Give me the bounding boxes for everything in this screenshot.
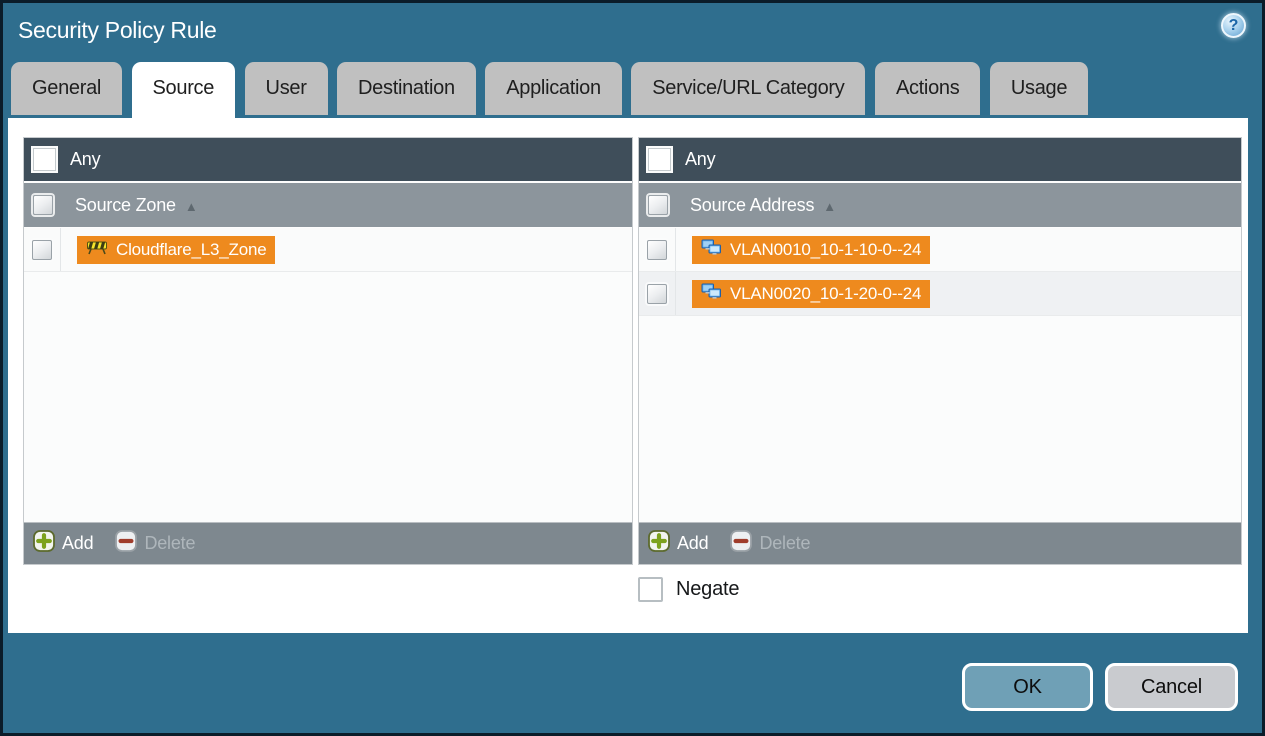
- row-checkbox[interactable]: [647, 283, 667, 304]
- row-checkbox[interactable]: [32, 239, 52, 260]
- source-zone-panel: Any Source Zone ▲ Cloudflare_L3_Zone Add…: [23, 137, 633, 565]
- add-button[interactable]: Add: [648, 530, 709, 557]
- dialog-title: Security Policy Rule: [18, 17, 217, 43]
- address-icon: [701, 283, 722, 305]
- source-address-panel: Any Source Address ▲ VLAN0010_10-1-10-0-…: [638, 137, 1242, 565]
- source-zone-any-header: Any: [24, 138, 632, 183]
- negate-option: Negate: [638, 577, 739, 602]
- source-address-column-label: Source Address: [690, 194, 815, 215]
- source-address-column-header[interactable]: Source Address ▲: [639, 183, 1241, 228]
- source-address-select-all-checkbox[interactable]: [647, 195, 668, 215]
- source-zone-rows: Cloudflare_L3_Zone: [24, 228, 632, 522]
- security-policy-rule-dialog: Security Policy Rule ? General Source Us…: [0, 0, 1265, 736]
- source-zone-column-label: Source Zone: [75, 194, 176, 215]
- minus-icon: [730, 530, 753, 557]
- add-button-label: Add: [677, 533, 709, 553]
- delete-button-label: Delete: [144, 533, 196, 553]
- negate-label: Negate: [676, 578, 740, 600]
- tab-actions[interactable]: Actions: [874, 62, 981, 115]
- tab-destination[interactable]: Destination: [337, 62, 476, 115]
- tab-source[interactable]: Source: [131, 62, 236, 118]
- sort-ascending-icon: ▲: [823, 198, 837, 214]
- tab-application[interactable]: Application: [485, 62, 622, 115]
- source-address-rows: VLAN0010_10-1-10-0--24 VLAN0020_10-1-20-…: [639, 228, 1241, 522]
- cancel-button[interactable]: Cancel: [1105, 663, 1238, 711]
- source-address-footer: Add Delete: [639, 522, 1241, 564]
- source-address-any-label: Any: [685, 149, 716, 169]
- table-row: Cloudflare_L3_Zone: [24, 228, 632, 272]
- tab-usage[interactable]: Usage: [989, 62, 1089, 115]
- row-checkbox[interactable]: [647, 239, 667, 260]
- ok-button[interactable]: OK: [962, 663, 1093, 711]
- source-zone-select-all-checkbox[interactable]: [32, 195, 53, 215]
- tab-user[interactable]: User: [244, 62, 328, 115]
- table-row: VLAN0020_10-1-20-0--24: [639, 272, 1241, 316]
- plus-icon: [33, 530, 55, 557]
- tab-general[interactable]: General: [11, 62, 123, 115]
- source-address-entry[interactable]: VLAN0010_10-1-10-0--24: [692, 235, 931, 264]
- tab-bar: General Source User Destination Applicat…: [11, 62, 1093, 118]
- delete-button[interactable]: Delete: [115, 530, 195, 557]
- table-row: VLAN0010_10-1-10-0--24: [639, 228, 1241, 272]
- add-button-label: Add: [62, 533, 94, 553]
- source-zone-column-header[interactable]: Source Zone ▲: [24, 183, 632, 228]
- help-icon[interactable]: ?: [1221, 13, 1246, 38]
- source-zone-any-label: Any: [70, 149, 101, 169]
- source-zone-footer: Add Delete: [24, 522, 632, 564]
- source-tab-content: Any Source Zone ▲ Cloudflare_L3_Zone Add…: [8, 118, 1248, 633]
- add-button[interactable]: Add: [33, 530, 94, 557]
- source-address-entry[interactable]: VLAN0020_10-1-20-0--24: [692, 279, 931, 308]
- source-zone-any-checkbox[interactable]: [33, 148, 56, 171]
- plus-icon: [648, 530, 670, 557]
- negate-checkbox[interactable]: [638, 577, 663, 602]
- source-address-any-checkbox[interactable]: [648, 148, 671, 171]
- zone-icon: [86, 239, 108, 260]
- source-address-any-header: Any: [639, 138, 1241, 183]
- tab-service-url-category[interactable]: Service/URL Category: [631, 62, 866, 115]
- dialog-titlebar: Security Policy Rule ?: [3, 3, 1262, 62]
- sort-ascending-icon: ▲: [184, 198, 198, 214]
- delete-button[interactable]: Delete: [730, 530, 810, 557]
- source-address-entry-label: VLAN0020_10-1-20-0--24: [730, 283, 922, 303]
- address-icon: [701, 239, 722, 261]
- delete-button-label: Delete: [759, 533, 811, 553]
- minus-icon: [115, 530, 138, 557]
- source-zone-entry-label: Cloudflare_L3_Zone: [116, 239, 267, 259]
- source-address-entry-label: VLAN0010_10-1-10-0--24: [730, 239, 922, 259]
- source-zone-entry[interactable]: Cloudflare_L3_Zone: [77, 235, 276, 264]
